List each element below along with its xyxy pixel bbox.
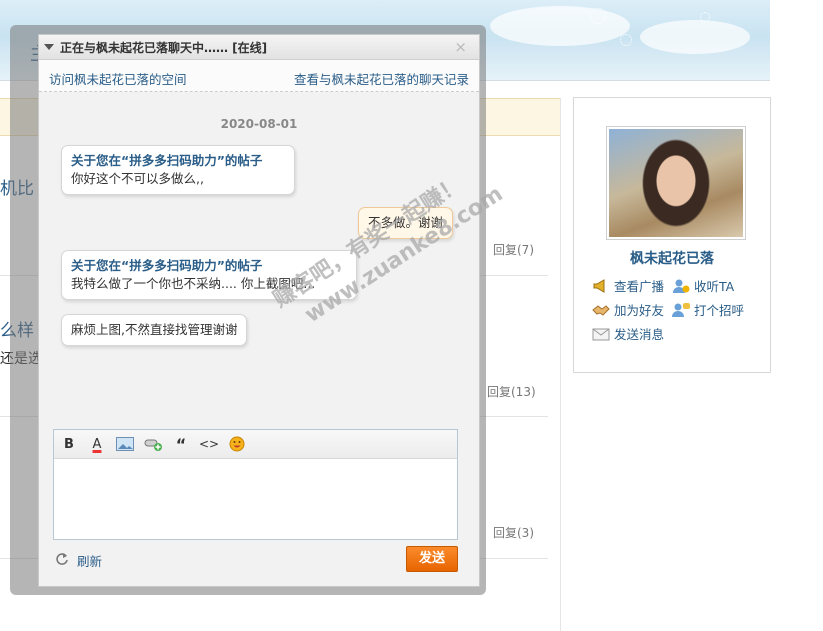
emoji-icon[interactable]: [228, 435, 246, 453]
collapse-triangle-icon[interactable]: [44, 44, 54, 50]
refresh-label: 刷新: [77, 554, 103, 569]
code-button[interactable]: <>: [199, 435, 219, 453]
reply-count: 回复(13): [487, 385, 536, 399]
message-topic[interactable]: 关于您在“拼多多扫码助力”的帖子: [71, 152, 285, 170]
greeting-icon: [672, 302, 690, 318]
chat-links-bar: 访问枫未起花已落的空间 查看与枫未起花已落的聊天记录: [39, 60, 479, 92]
avatar-image: [609, 129, 743, 237]
message-input[interactable]: [54, 459, 457, 539]
reply-count: 回复(3): [493, 526, 534, 540]
say-hello-label: 打个招呼: [694, 303, 745, 318]
reply-count: 回复(7): [493, 243, 534, 257]
message-text: 我特么做了一个你也不采纳.... 你上截图吧...: [71, 276, 316, 291]
image-icon[interactable]: [116, 435, 134, 453]
chat-history-link[interactable]: 查看与枫未起花已落的聊天记录: [294, 69, 469, 88]
close-icon[interactable]: ×: [454, 38, 467, 56]
message-text: 你好这个不可以多做么,,: [71, 171, 204, 186]
add-friend-label: 加为好友: [614, 303, 665, 318]
banner-cloud: [640, 20, 750, 54]
envelope-icon: [592, 326, 610, 342]
column-divider: [560, 98, 561, 631]
chat-title: 正在与枫未起花已落聊天中…… [在线]: [60, 40, 268, 55]
avatar[interactable]: [606, 126, 746, 240]
bold-button[interactable]: B: [60, 435, 78, 453]
chat-message-received: 关于您在“拼多多扫码助力”的帖子 我特么做了一个你也不采纳.... 你上截图吧.…: [61, 250, 357, 300]
dandelion-decoration: [700, 12, 710, 22]
chat-message-received: 关于您在“拼多多扫码助力”的帖子 你好这个不可以多做么,,: [61, 145, 295, 195]
message-text: 不多做。谢谢: [368, 215, 444, 230]
visit-space-link[interactable]: 访问枫未起花已落的空间: [49, 69, 187, 88]
user-follow-icon: [672, 278, 690, 294]
say-hello-link[interactable]: 打个招呼: [672, 300, 744, 319]
message-topic[interactable]: 关于您在“拼多多扫码助力”的帖子: [71, 257, 347, 275]
follow-link[interactable]: 收听TA: [672, 276, 734, 295]
send-message-link[interactable]: 发送消息: [592, 324, 664, 343]
quote-button[interactable]: “: [172, 435, 190, 454]
add-friend-link[interactable]: 加为好友: [592, 300, 664, 319]
dandelion-decoration: [620, 34, 632, 46]
follow-label: 收听TA: [694, 279, 735, 294]
banner-cloud: [490, 6, 630, 46]
send-message-label: 发送消息: [614, 327, 665, 342]
view-broadcast-link[interactable]: 查看广播: [592, 276, 664, 295]
attachment-add-icon[interactable]: [144, 435, 162, 453]
message-composer: B A “ <>: [53, 429, 458, 540]
chat-message-sent: 不多做。谢谢: [358, 207, 454, 239]
chat-message-received: 麻烦上图,不然直接找管理谢谢: [61, 314, 248, 346]
chat-title-bar[interactable]: 正在与枫未起花已落聊天中…… [在线] ×: [39, 35, 479, 60]
handshake-icon: [592, 302, 610, 318]
dandelion-decoration: [590, 8, 606, 24]
view-broadcast-label: 查看广播: [614, 279, 665, 294]
user-profile-card: 枫未起花已落 查看广播 收听TA 加为好友 打个招呼 发送消息: [573, 97, 771, 373]
send-button[interactable]: 发送: [406, 546, 458, 572]
refresh-button[interactable]: 刷新: [55, 551, 102, 570]
font-color-button[interactable]: A: [88, 435, 106, 453]
chat-dialog: 正在与枫未起花已落聊天中…… [在线] × 访问枫未起花已落的空间 查看与枫未起…: [38, 34, 480, 587]
refresh-icon: [55, 552, 69, 569]
megaphone-icon: [592, 278, 610, 294]
chat-date: 2020-08-01: [220, 117, 298, 131]
editor-toolbar: B A “ <>: [54, 430, 457, 459]
message-text: 麻烦上图,不然直接找管理谢谢: [71, 322, 238, 337]
profile-username[interactable]: 枫未起花已落: [574, 248, 770, 268]
